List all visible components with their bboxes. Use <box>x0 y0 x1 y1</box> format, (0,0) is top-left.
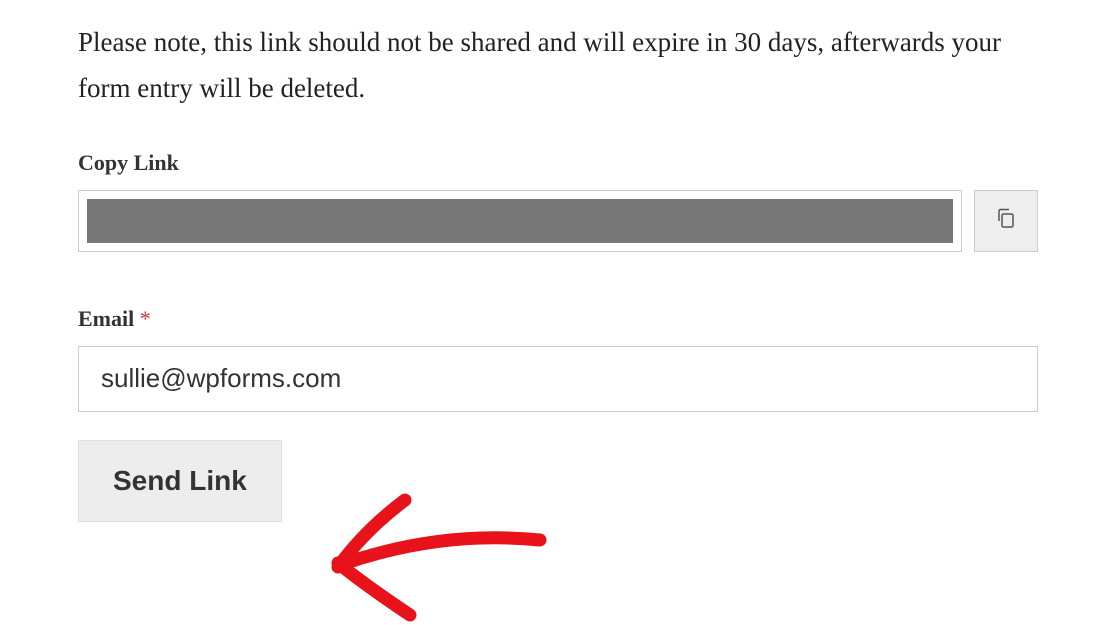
copy-link-label: Copy Link <box>78 150 1038 176</box>
email-label: Email * <box>78 306 1038 332</box>
send-link-button[interactable]: Send Link <box>78 440 282 522</box>
copy-icon <box>994 206 1018 235</box>
copy-button[interactable] <box>974 190 1038 252</box>
required-indicator: * <box>140 306 151 331</box>
email-label-text: Email <box>78 306 134 331</box>
copy-link-field[interactable] <box>78 190 962 252</box>
expiry-notice: Please note, this link should not be sha… <box>78 20 1038 112</box>
email-field[interactable] <box>78 346 1038 412</box>
link-value-redacted <box>87 199 953 243</box>
